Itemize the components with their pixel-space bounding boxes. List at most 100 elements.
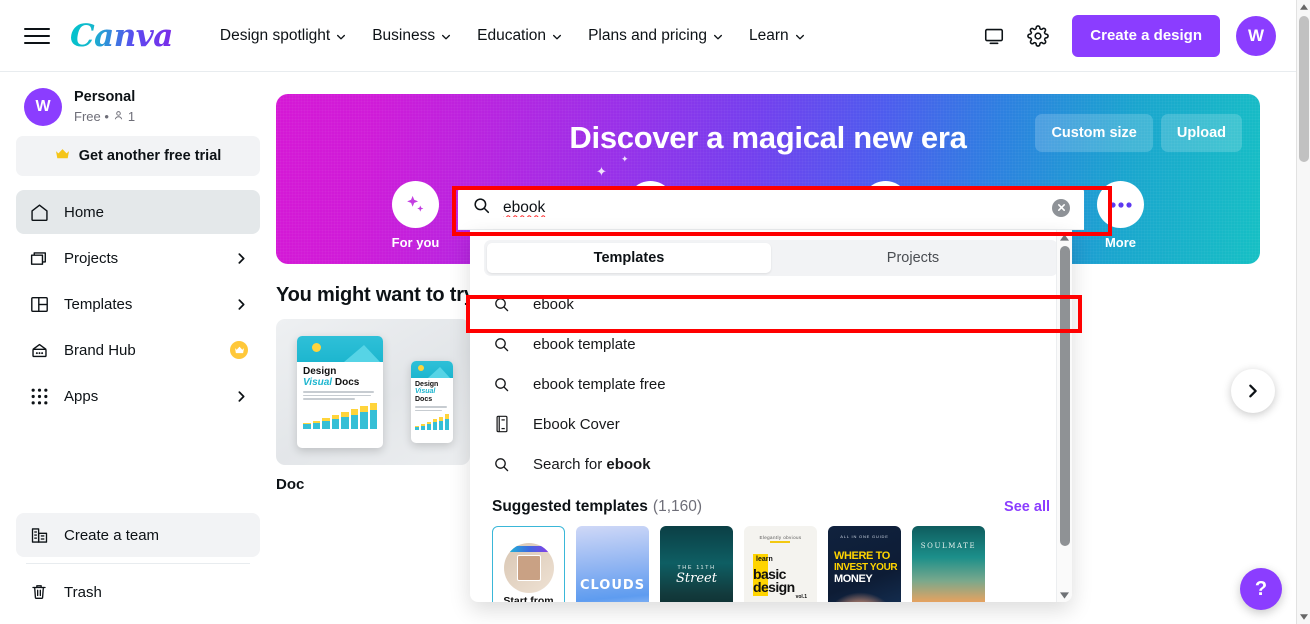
suggestion-ebook-template[interactable]: ebook template [470, 324, 1072, 364]
header-nav: Design spotlight Business Education Plan… [207, 19, 818, 53]
page-scrollbar[interactable] [1296, 0, 1310, 624]
chevron-right-icon [235, 252, 248, 265]
card-doc[interactable]: Design Visual Docs Design Visual Docs Do… [276, 319, 470, 493]
hamburger-menu-icon[interactable] [24, 26, 50, 46]
suggestion-label: ebook template free [533, 375, 666, 393]
template-line3: MONEY [834, 573, 873, 585]
nav-label: Design spotlight [219, 26, 331, 44]
nav-plans-and-pricing[interactable]: Plans and pricing [575, 19, 736, 53]
chevron-down-icon [441, 32, 451, 42]
create-a-design-button[interactable]: Create a design [1072, 14, 1220, 57]
suggestion-ebook[interactable]: ebook [470, 284, 1072, 324]
sidebar-item-apps[interactable]: Apps [16, 374, 260, 418]
card-label: Doc [276, 476, 305, 493]
canva-logo[interactable]: Canva [70, 18, 173, 54]
chevron-down-icon [336, 32, 346, 42]
scrollbar-thumb[interactable] [1299, 16, 1309, 162]
scroll-down-arrow-icon[interactable] [1057, 588, 1072, 602]
chevron-right-icon [235, 298, 248, 311]
sidebar-item-label: Templates [64, 295, 133, 313]
upload-button[interactable]: Upload [1160, 114, 1242, 152]
doc-header-graphic [297, 336, 383, 362]
search-icon [492, 295, 511, 314]
suggestion-search-for-ebook[interactable]: Search for ebook [470, 444, 1072, 484]
sidebar-item-trash[interactable]: Trash [16, 570, 260, 614]
card-thumbnail: Design Visual Docs Design Visual Docs [276, 319, 470, 465]
media-preview-icon [503, 543, 554, 593]
scrollbar-thumb[interactable] [1060, 246, 1070, 546]
help-button[interactable]: ? [1240, 568, 1282, 610]
template-soulmate[interactable]: SOULMATE [912, 526, 985, 602]
suggested-templates-title: Suggested templates [492, 498, 648, 515]
chevron-right-icon [235, 390, 248, 403]
custom-size-button[interactable]: Custom size [1035, 114, 1153, 152]
sidebar-item-label: Home [64, 203, 105, 221]
sparkle-decoration-icon: ✦ [596, 164, 607, 179]
person-icon [113, 108, 124, 126]
figure-decoration [836, 592, 897, 602]
suggestion-label: Ebook Cover [533, 415, 620, 433]
member-count: 1 [127, 109, 136, 124]
template-line3: design [753, 579, 795, 595]
template-title: THE 11TH Street [676, 564, 717, 586]
suggestion-label: ebook [533, 295, 574, 313]
account-plan-row: Free • 1 [74, 108, 135, 126]
nav-design-spotlight[interactable]: Design spotlight [207, 19, 359, 53]
template-basic-design[interactable]: Elegantly obvious learn basic design vol… [744, 526, 817, 602]
sidebar-nav-list: Home Projects Templates Brand Hub Apps [16, 190, 260, 418]
account-switcher[interactable]: W Personal Free • 1 [16, 72, 260, 136]
gear-icon[interactable] [1018, 16, 1058, 56]
search-icon [492, 455, 511, 474]
document-icon [492, 415, 511, 434]
template-label: Start from media [503, 595, 554, 602]
sidebar-item-brand-hub[interactable]: Brand Hub [16, 328, 260, 372]
building-icon [28, 524, 50, 546]
folder-icon [28, 247, 50, 269]
nav-education[interactable]: Education [464, 19, 575, 53]
quick-action-more[interactable]: More [1078, 181, 1164, 250]
user-avatar[interactable]: W [1236, 15, 1276, 56]
monitor-icon[interactable] [974, 16, 1014, 56]
chevron-down-icon [552, 32, 562, 42]
quick-action-label: For you [391, 235, 440, 250]
suggestion-label: Search for ebook [533, 455, 651, 473]
doc-title-line2: Visual Docs [303, 376, 360, 388]
header-actions: Create a design W [974, 14, 1296, 57]
sidebar-item-templates[interactable]: Templates [16, 282, 260, 326]
dropdown-scrollbar[interactable] [1056, 230, 1072, 602]
tab-templates[interactable]: Templates [487, 243, 771, 273]
template-line2: INVEST YOUR [834, 562, 898, 573]
sidebar-item-home[interactable]: Home [16, 190, 260, 234]
nav-label: Plans and pricing [588, 26, 707, 44]
chevron-down-icon [713, 32, 723, 42]
template-clouds[interactable]: CLOUDS [576, 526, 649, 602]
canva-home-page: Canva Design spotlight Business Educatio… [0, 0, 1310, 624]
sidebar-bottom: Create a team Trash [16, 513, 260, 624]
top-header: Canva Design spotlight Business Educatio… [0, 0, 1296, 72]
clear-search-icon[interactable] [1052, 198, 1070, 217]
quick-action-for-you[interactable]: For you [373, 181, 459, 250]
search-input[interactable] [503, 198, 1040, 217]
scroll-up-arrow-icon[interactable] [1057, 230, 1072, 244]
account-name: Personal [74, 89, 136, 106]
nav-business[interactable]: Business [359, 19, 464, 53]
search-icon [492, 375, 511, 394]
carousel-next-button[interactable] [1231, 369, 1275, 413]
template-start-from-media[interactable]: Start from media [492, 526, 565, 602]
doc-desktop-mockup: Design Visual Docs [297, 336, 383, 448]
tab-projects[interactable]: Projects [771, 243, 1055, 273]
see-all-link[interactable]: See all [1004, 499, 1050, 515]
suggestion-ebook-template-free[interactable]: ebook template free [470, 364, 1072, 404]
sidebar-item-projects[interactable]: Projects [16, 236, 260, 280]
scroll-up-arrow-icon[interactable] [1297, 0, 1310, 14]
sidebar-item-create-a-team[interactable]: Create a team [16, 513, 260, 557]
scroll-down-arrow-icon[interactable] [1297, 610, 1310, 624]
sidebar-item-label: Brand Hub [64, 341, 136, 359]
get-another-free-trial-button[interactable]: Get another free trial [16, 136, 260, 176]
nav-learn[interactable]: Learn [736, 19, 818, 53]
crown-icon [55, 148, 70, 165]
doc-mobile-mockup: Design Visual Docs [411, 361, 453, 443]
template-the-11th-street[interactable]: THE 11TH Street [660, 526, 733, 602]
suggestion-ebook-cover[interactable]: Ebook Cover [470, 404, 1072, 444]
template-where-to-invest-your-money[interactable]: ALL IN ONE GUIDE WHERE TO INVEST YOUR MO… [828, 526, 901, 602]
